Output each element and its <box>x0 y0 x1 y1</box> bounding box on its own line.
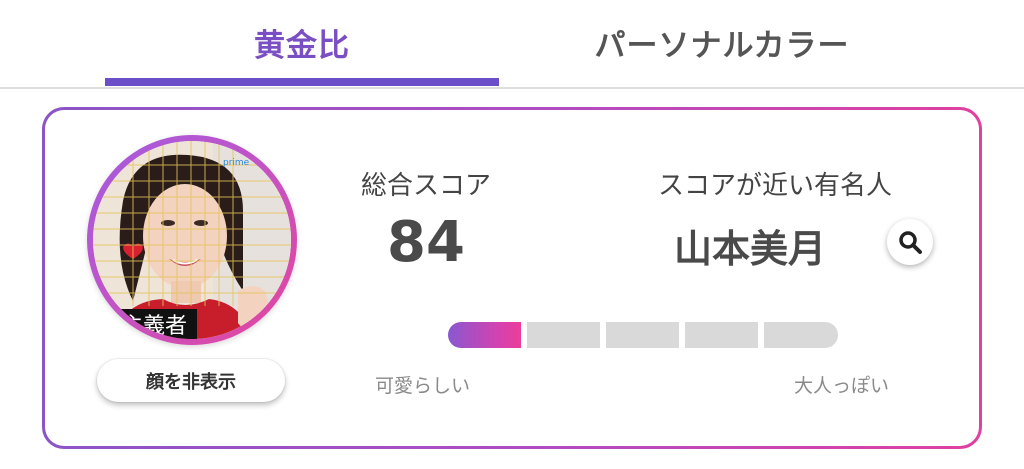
search-icon <box>899 231 922 254</box>
hide-face-button[interactable]: 顔を非表示 <box>97 359 285 402</box>
scale-segment-3 <box>606 322 679 348</box>
similar-celebrity-name: 山本美月 <box>673 227 826 271</box>
avatar-photo: 主義者 prime <box>93 141 291 339</box>
scale-segment-4 <box>685 322 758 348</box>
total-score-value: 84 <box>387 210 465 275</box>
result-card: 主義者 prime 顔を非表示 総合スコア 84 スコアが近い有名人 山本美月 … <box>42 107 982 449</box>
face-grid-photo: 主義者 prime <box>93 141 291 339</box>
result-card-body: 主義者 prime 顔を非表示 総合スコア 84 スコアが近い有名人 山本美月 … <box>45 110 979 446</box>
tab-golden-ratio[interactable]: 黄金比 <box>105 0 499 84</box>
svg-text:prime: prime <box>223 158 250 168</box>
scale-segment-1-active <box>448 322 521 348</box>
impression-scale <box>448 322 838 348</box>
scale-segment-2 <box>527 322 600 348</box>
scale-label-mature: 大人っぽい <box>794 375 890 397</box>
tab-divider <box>0 87 1024 89</box>
total-score-label: 総合スコア <box>360 171 491 201</box>
tab-personal-color[interactable]: パーソナルカラー <box>520 0 924 84</box>
similar-celebrity-label: スコアが近い有名人 <box>657 171 892 201</box>
tab-bar: 黄金比 パーソナルカラー <box>0 0 1024 89</box>
search-celebrity-button[interactable] <box>887 219 933 265</box>
scale-label-cute: 可愛らしい <box>375 375 471 397</box>
avatar: 主義者 prime <box>87 135 297 345</box>
active-tab-indicator <box>105 78 499 86</box>
scale-segment-5 <box>764 322 838 348</box>
avatar-caption-text: 主義者 <box>121 314 187 339</box>
